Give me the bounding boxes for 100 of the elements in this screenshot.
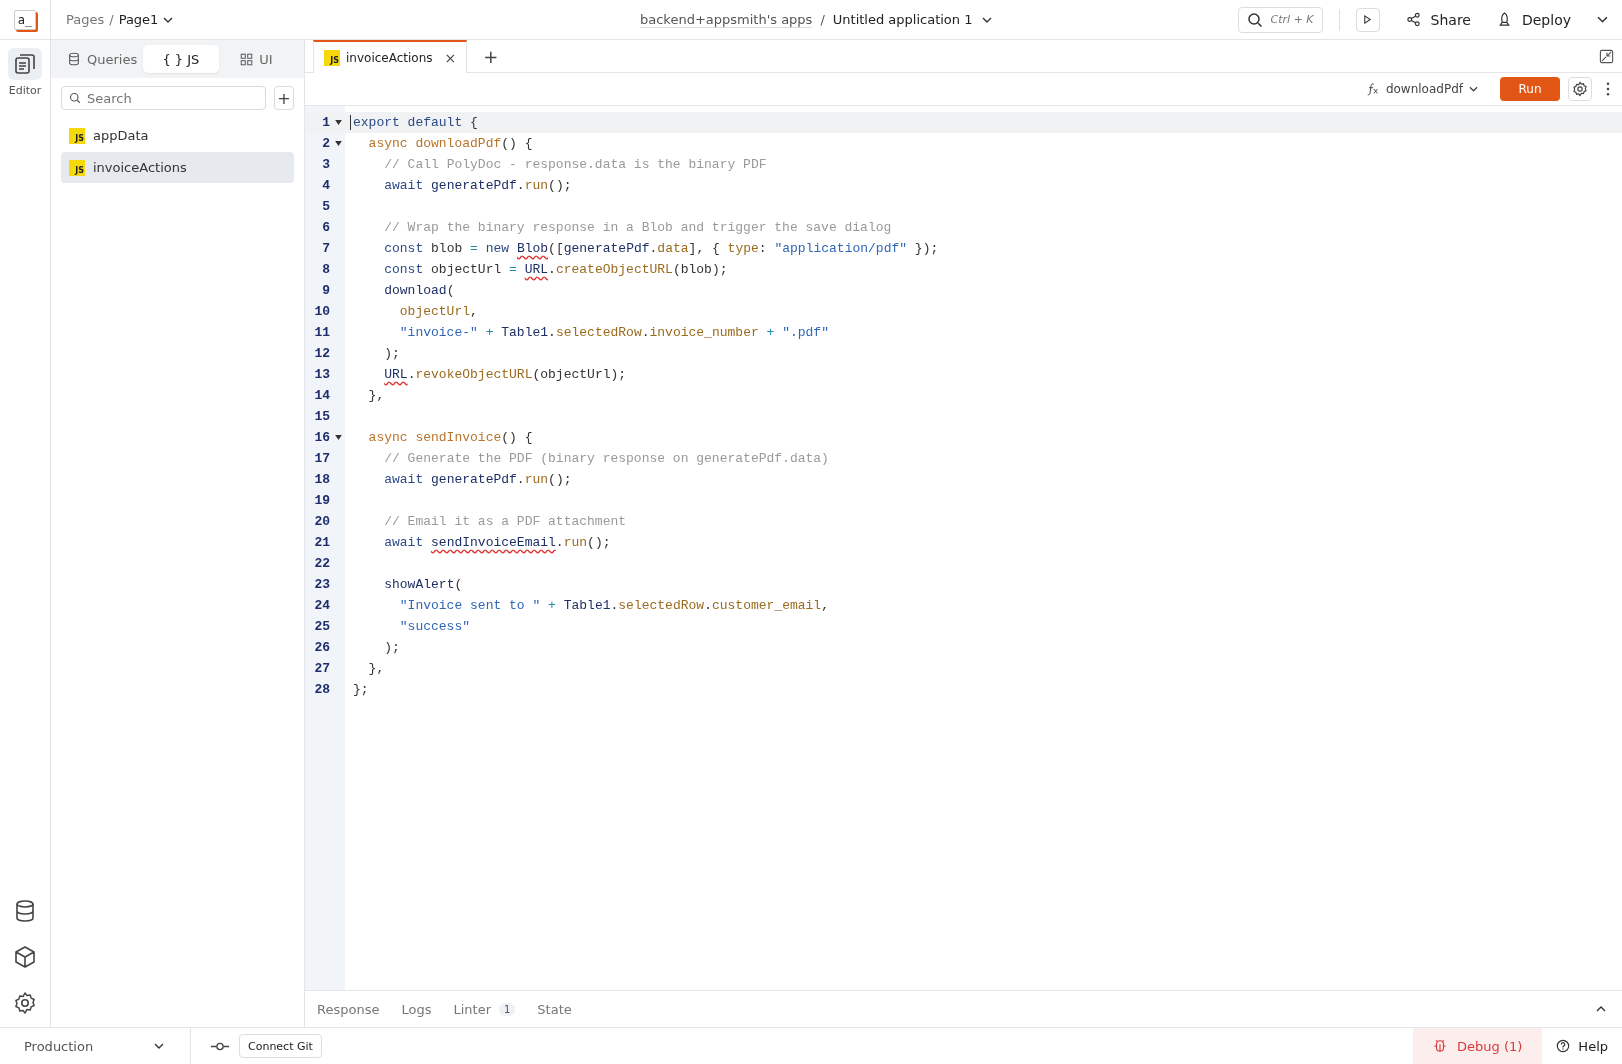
chevron-down-icon [154, 1043, 164, 1049]
segment-tab[interactable]: Queries [61, 45, 144, 73]
connect-git-button[interactable]: Connect Git [239, 1034, 322, 1058]
chevron-down-icon [1597, 16, 1608, 23]
segment-tab[interactable]: { } JS [143, 45, 219, 73]
line-number: 4 [322, 178, 330, 193]
code-line: showAlert( [383, 577, 463, 592]
bug-icon [1433, 1039, 1448, 1053]
share-icon [1405, 12, 1421, 27]
settings-icon[interactable] [13, 991, 37, 1015]
line-number: 19 [314, 493, 330, 508]
segment-tab[interactable]: UI [218, 45, 294, 73]
code-line: "Invoice sent to " + Table1.selectedRow.customer_email, [398, 598, 829, 613]
database-icon[interactable] [13, 899, 37, 923]
settings-icon [1572, 81, 1588, 97]
function-selector[interactable]: downloadPdf [1365, 82, 1478, 96]
tab-label[interactable]: invoiceActions [346, 50, 433, 65]
page-selector[interactable]: Page1 [118, 12, 174, 27]
deploy-options-button[interactable] [1597, 16, 1608, 23]
chevron-up-icon[interactable] [1596, 1006, 1606, 1012]
breadcrumb-separator: / [109, 12, 114, 27]
line-number: 15 [314, 409, 330, 424]
function-icon [1365, 82, 1380, 96]
environment-selector[interactable]: Production [0, 1028, 191, 1064]
line-number: 7 [322, 241, 330, 256]
share-button[interactable]: Share [1405, 11, 1471, 28]
add-button[interactable]: + [274, 86, 294, 110]
panel-tab[interactable]: Response [317, 1001, 380, 1017]
deploy-button[interactable]: Deploy [1496, 11, 1571, 28]
line-number: 2 [322, 136, 330, 151]
code-line: async sendInvoice() { [367, 430, 533, 445]
code-line: const objectUrl = URL.createObjectURL(blob); [383, 262, 728, 277]
code-line: }; [353, 682, 369, 697]
code-line: "success" [398, 619, 471, 634]
code-line: ); [383, 640, 400, 655]
app-name-dropdown[interactable]: Untitled application 1 [832, 12, 993, 27]
code-line: // Email it as a PDF attachment [383, 514, 627, 529]
search-button[interactable]: Ctrl + K [1237, 6, 1323, 33]
chevron-down-icon [1469, 86, 1478, 92]
new-tab-button[interactable]: + [467, 40, 515, 72]
path-separator: / [820, 12, 825, 27]
code-line: }, [367, 388, 385, 403]
line-number: 13 [314, 367, 330, 382]
code-line: download( [383, 283, 455, 298]
panel-tab[interactable]: State [537, 1001, 572, 1017]
cube-icon[interactable] [13, 945, 37, 969]
code-line: const blob = new Blob([generatePdf.data], { type: "application/pdf" }); [383, 241, 939, 256]
git-commit-icon [211, 1041, 229, 1051]
file-item[interactable]: JS appData [61, 120, 294, 151]
editor-icon [13, 52, 37, 76]
code-line: "invoice-" + Table1.selectedRow.invoice_number + ".pdf" [398, 325, 829, 340]
code-line: // Generate the PDF (binary response on generatePdf.data) [383, 451, 829, 466]
line-number: 5 [322, 199, 330, 214]
line-number: 14 [314, 388, 330, 403]
code-line: // Wrap the binary response in a Blob and trigger the save dialog [383, 220, 892, 235]
minimize-icon[interactable] [1599, 48, 1614, 64]
panel-tab[interactable]: Logs [401, 1001, 432, 1017]
database-icon [67, 52, 81, 66]
text-cursor [350, 115, 351, 130]
help-button[interactable]: Help [1542, 1028, 1622, 1064]
preview-button[interactable] [1355, 7, 1380, 32]
debug-button[interactable]: Debug (1) [1413, 1028, 1543, 1064]
line-number: 26 [314, 640, 330, 655]
play-icon [1363, 15, 1373, 24]
line-number: 22 [314, 556, 330, 571]
fold-caret-icon[interactable] [334, 141, 342, 146]
panel-tab[interactable]: Linter 1 [453, 1001, 516, 1017]
rocket-icon [1496, 12, 1512, 27]
settings-button[interactable] [1568, 77, 1592, 101]
js-badge: JS [69, 159, 85, 176]
line-number: 3 [322, 157, 330, 172]
run-button[interactable]: Run [1500, 77, 1560, 101]
more-icon[interactable] [1606, 82, 1610, 96]
code-line: async downloadPdf() { [367, 136, 533, 151]
code-line: URL.revokeObjectURL(objectUrl); [383, 367, 627, 382]
file-item[interactable]: JS invoiceActions [61, 152, 294, 183]
grid-icon [240, 52, 254, 66]
code-line: }, [367, 661, 385, 676]
code-line: await generatePdf.run(); [383, 178, 572, 193]
line-number: 20 [314, 514, 330, 529]
app-logo[interactable]: a_ [13, 9, 37, 30]
code-line: ); [383, 346, 400, 361]
line-number: 16 [314, 430, 330, 445]
breadcrumb-root[interactable]: Pages [66, 12, 105, 27]
help-icon [1556, 1039, 1571, 1053]
line-number: 24 [314, 598, 330, 613]
line-number: 1 [322, 115, 330, 130]
fold-caret-icon[interactable] [334, 120, 342, 125]
chevron-down-icon [982, 16, 993, 23]
editor-tab[interactable]: JS invoiceActions × [313, 40, 468, 73]
search-icon [1246, 11, 1263, 28]
fold-caret-icon[interactable] [334, 435, 342, 440]
close-tab-button[interactable]: × [444, 49, 457, 66]
line-number: 21 [314, 535, 330, 550]
line-number: 28 [314, 682, 330, 697]
workspace-link[interactable]: backend+appsmith's apps [640, 11, 813, 28]
line-number: 11 [314, 325, 330, 340]
search-field[interactable]: Search [61, 86, 266, 110]
js-badge: JS [324, 49, 340, 66]
line-number: 8 [322, 262, 330, 277]
